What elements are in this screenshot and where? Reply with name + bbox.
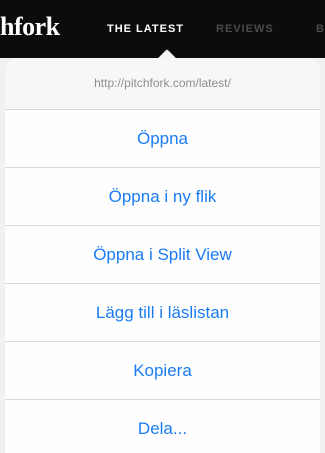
- open-link-action[interactable]: Öppna: [5, 110, 320, 168]
- link-url-header: http://pitchfork.com/latest/: [5, 58, 320, 110]
- link-context-menu: http://pitchfork.com/latest/ Öppna Öppna…: [5, 58, 320, 453]
- share-action[interactable]: Dela...: [5, 400, 320, 453]
- nav-item-the-latest[interactable]: THE LATEST: [107, 22, 184, 36]
- nav-item-truncated[interactable]: B: [316, 22, 325, 36]
- open-in-split-view-action[interactable]: Öppna i Split View: [5, 226, 320, 284]
- nav-item-reviews[interactable]: REVIEWS: [216, 22, 274, 36]
- open-in-new-tab-action[interactable]: Öppna i ny flik: [5, 168, 320, 226]
- site-nav-bar: hfork THE LATEST REVIEWS B: [0, 0, 325, 58]
- site-logo[interactable]: hfork: [0, 12, 60, 42]
- screen: hfork THE LATEST REVIEWS B http://pitchf…: [0, 0, 325, 453]
- copy-link-action[interactable]: Kopiera: [5, 342, 320, 400]
- add-to-reading-list-action[interactable]: Lägg till i läslistan: [5, 284, 320, 342]
